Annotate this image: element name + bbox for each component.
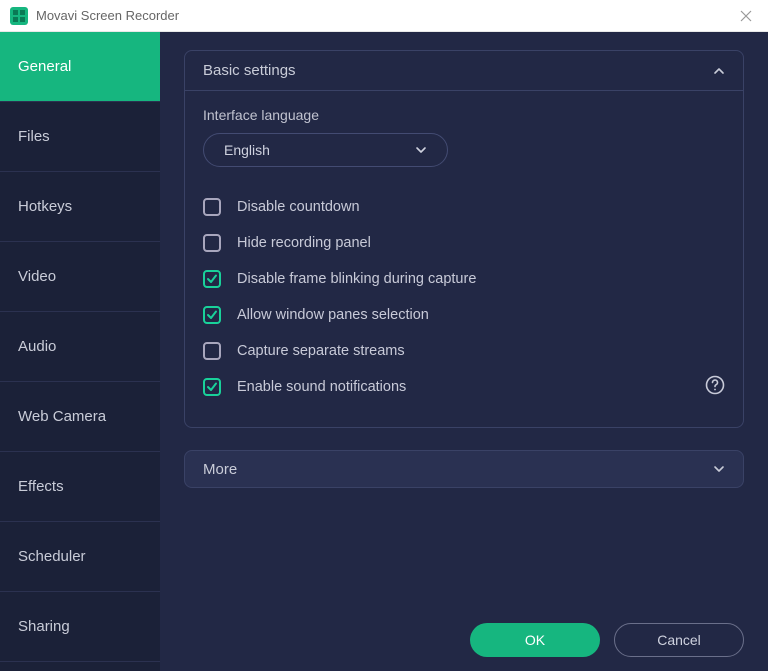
- panel-title: Basic settings: [203, 62, 296, 79]
- ok-button-label: OK: [525, 632, 545, 648]
- sidebar: General Files Hotkeys Video Audio Web Ca…: [0, 32, 160, 671]
- sidebar-item-effects[interactable]: Effects: [0, 452, 160, 522]
- panel-title: More: [203, 461, 237, 478]
- content-area: Basic settings Interface language Englis…: [160, 32, 768, 671]
- footer: OK Cancel: [184, 609, 744, 657]
- sidebar-item-sharing[interactable]: Sharing: [0, 592, 160, 662]
- sidebar-item-label: Sharing: [18, 618, 70, 635]
- sidebar-item-label: Effects: [18, 478, 64, 495]
- checkbox-label: Hide recording panel: [237, 235, 371, 251]
- cancel-button-label: Cancel: [657, 632, 701, 648]
- language-label: Interface language: [203, 107, 725, 123]
- sidebar-item-label: Files: [18, 128, 50, 145]
- checkbox-row[interactable]: Hide recording panel: [203, 225, 725, 261]
- close-icon[interactable]: [734, 4, 758, 28]
- sidebar-item-label: Audio: [18, 338, 56, 355]
- checkbox[interactable]: [203, 306, 221, 324]
- checkbox[interactable]: [203, 342, 221, 360]
- checkbox-row[interactable]: Allow window panes selection: [203, 297, 725, 333]
- language-value: English: [224, 142, 270, 158]
- checkbox[interactable]: [203, 198, 221, 216]
- app-body: General Files Hotkeys Video Audio Web Ca…: [0, 32, 768, 671]
- cancel-button[interactable]: Cancel: [614, 623, 744, 657]
- ok-button[interactable]: OK: [470, 623, 600, 657]
- sidebar-item-label: Web Camera: [18, 408, 106, 425]
- sidebar-item-label: Scheduler: [18, 548, 86, 565]
- sidebar-item-label: General: [18, 58, 71, 75]
- titlebar: Movavi Screen Recorder: [0, 0, 768, 32]
- sidebar-item-label: Video: [18, 268, 56, 285]
- help-icon[interactable]: [705, 375, 725, 400]
- language-dropdown[interactable]: English: [203, 133, 448, 167]
- checkbox[interactable]: [203, 234, 221, 252]
- checkbox-label: Allow window panes selection: [237, 307, 429, 323]
- sidebar-item-video[interactable]: Video: [0, 242, 160, 312]
- checkbox-label: Disable frame blinking during capture: [237, 271, 476, 287]
- checkbox-label: Enable sound notifications: [237, 379, 406, 395]
- checkbox-row[interactable]: Disable frame blinking during capture: [203, 261, 725, 297]
- sidebar-item-general[interactable]: General: [0, 32, 160, 102]
- checkbox-label: Disable countdown: [237, 199, 360, 215]
- window-title: Movavi Screen Recorder: [36, 8, 734, 23]
- sidebar-item-hotkeys[interactable]: Hotkeys: [0, 172, 160, 242]
- app-icon: [10, 7, 28, 25]
- sidebar-item-web-camera[interactable]: Web Camera: [0, 382, 160, 452]
- checkbox-row[interactable]: Enable sound notifications: [203, 369, 725, 405]
- preferences-window: Movavi Screen Recorder General Files Hot…: [0, 0, 768, 671]
- basic-settings-panel: Basic settings Interface language Englis…: [184, 50, 744, 428]
- chevron-down-icon: [713, 463, 725, 475]
- chevron-down-icon: [415, 144, 427, 156]
- checkbox[interactable]: [203, 270, 221, 288]
- sidebar-item-files[interactable]: Files: [0, 102, 160, 172]
- sidebar-item-audio[interactable]: Audio: [0, 312, 160, 382]
- checkbox[interactable]: [203, 378, 221, 396]
- checkbox-row[interactable]: Disable countdown: [203, 189, 725, 225]
- basic-settings-body: Interface language English Disable count…: [185, 91, 743, 427]
- basic-settings-header[interactable]: Basic settings: [185, 51, 743, 91]
- more-panel[interactable]: More: [184, 450, 744, 488]
- sidebar-item-label: Hotkeys: [18, 198, 72, 215]
- sidebar-item-scheduler[interactable]: Scheduler: [0, 522, 160, 592]
- checkbox-row[interactable]: Capture separate streams: [203, 333, 725, 369]
- chevron-up-icon: [713, 65, 725, 77]
- checkbox-label: Capture separate streams: [237, 343, 405, 359]
